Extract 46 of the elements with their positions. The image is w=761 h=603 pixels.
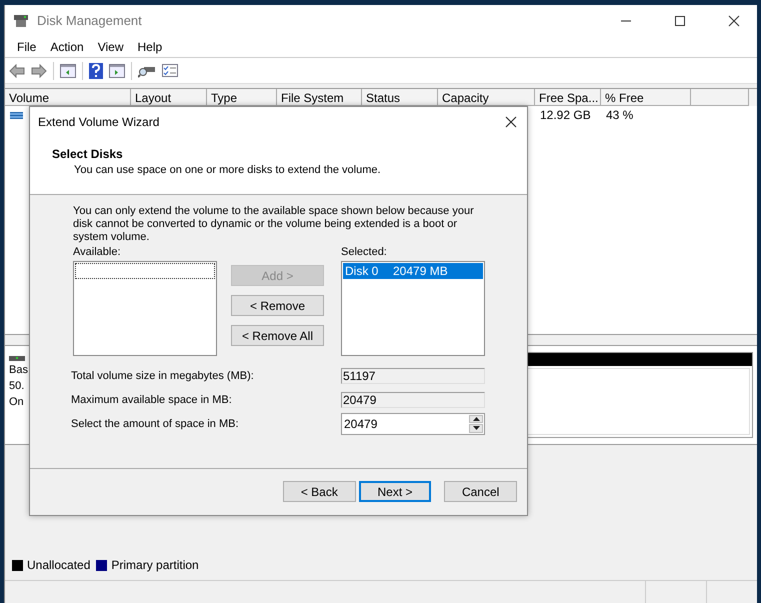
- wizard-subheading: You can use space on one or more disks to extend the volume.: [73, 164, 382, 176]
- column-header[interactable]: % Free: [601, 89, 691, 106]
- list-label: Available:: [73, 246, 122, 259]
- table-cell-text: 12.92 GB: [539, 108, 592, 122]
- table-cell-text: 43 %: [605, 108, 634, 122]
- menu-item[interactable]: View: [92, 40, 130, 54]
- list-label: Selected:: [341, 246, 388, 259]
- close-icon[interactable]: [728, 14, 740, 26]
- console-tree-icon[interactable]: [60, 64, 76, 78]
- column-header[interactable]: Free Spa...: [535, 89, 601, 106]
- back-arrow-icon[interactable]: [9, 64, 25, 78]
- wizard-nav-button[interactable]: Cancel: [444, 481, 517, 502]
- dialog-title: Extend Volume Wizard: [38, 115, 160, 129]
- close-icon[interactable]: [505, 116, 517, 128]
- field-label: Maximum available space in MB:: [71, 394, 233, 406]
- field-label: Select the amount of space in MB:: [71, 418, 240, 430]
- info-message: You can only extend the volume to the available space shown below because your disk cannot be converted to dynamic or the volume being extended is a boot or system volume.: [73, 205, 475, 244]
- checklist-icon[interactable]: [162, 64, 178, 77]
- wizard-nav-button[interactable]: Next >: [358, 481, 432, 502]
- transfer-button[interactable]: < Remove: [231, 295, 324, 316]
- menu-item[interactable]: Help: [132, 40, 168, 54]
- selected-list[interactable]: Disk 0 20479 MB: [341, 261, 485, 356]
- readonly-field: 51197: [341, 368, 485, 384]
- disk-drive-icon: [13, 14, 29, 28]
- disk-info-text: 50.: [9, 379, 24, 393]
- disk-info-text: Bas: [9, 363, 28, 377]
- action-pane-icon[interactable]: [109, 64, 125, 78]
- forward-arrow-icon[interactable]: [31, 64, 47, 78]
- disk-info-text: On: [9, 395, 24, 409]
- readonly-field: 20479: [341, 392, 485, 408]
- menu-item[interactable]: Action: [44, 40, 90, 54]
- amount-spin-box[interactable]: 20479: [341, 412, 485, 434]
- maximize-icon[interactable]: [674, 14, 686, 26]
- disk-list-item[interactable]: Disk 0 20479 MB: [343, 263, 483, 279]
- field-label: Total volume size in megabytes (MB):: [71, 370, 255, 382]
- legend-label: Unallocated: [27, 558, 90, 572]
- wizard-nav-button[interactable]: < Back: [283, 481, 356, 502]
- menu-item[interactable]: File: [11, 40, 42, 54]
- available-list[interactable]: [73, 261, 217, 356]
- volume-icon: [10, 112, 23, 118]
- legend-label: Primary partition: [111, 558, 199, 572]
- window-title: Disk Management: [37, 13, 142, 28]
- help-icon[interactable]: [89, 62, 103, 78]
- wizard-heading: Select Disks: [52, 147, 124, 161]
- transfer-button[interactable]: < Remove All: [231, 325, 324, 346]
- spinner-arrows[interactable]: [468, 414, 484, 434]
